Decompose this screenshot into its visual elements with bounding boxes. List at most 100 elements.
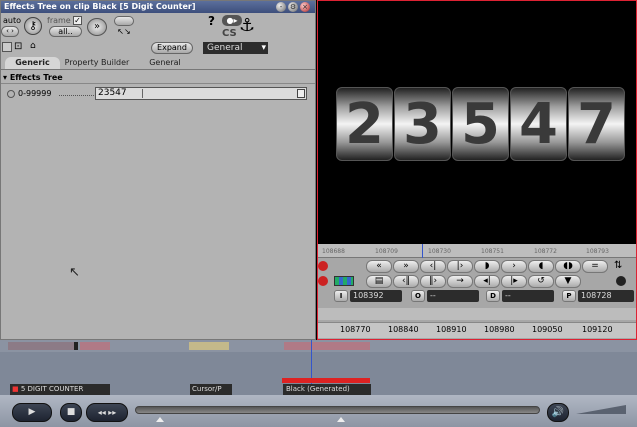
trim-icon[interactable]: ⇅ bbox=[614, 260, 622, 271]
timeline-clip[interactable]: ■ 5 DIGIT COUNTER bbox=[10, 384, 110, 395]
clip-label: 5 DIGIT COUNTER bbox=[20, 385, 84, 393]
prev-edit-button[interactable]: ‹| bbox=[420, 260, 446, 273]
leader-dots bbox=[59, 95, 94, 96]
all-button[interactable]: all.. bbox=[49, 26, 82, 37]
scrub-marker-icon[interactable] bbox=[337, 417, 345, 422]
panel-title: Effects Tree on clip Black [5 Digit Coun… bbox=[1, 1, 315, 13]
tab-generic[interactable]: Generic bbox=[5, 57, 60, 69]
transport-controls-panel: 108688 108709 108730 108751 108772 10879… bbox=[317, 244, 637, 340]
ruler-tick: 109120 bbox=[582, 325, 613, 334]
clip-badge-icon: ■ bbox=[12, 385, 19, 393]
skip-buttons[interactable]: ◂◂ ▸▸ bbox=[86, 403, 128, 422]
param-value-field[interactable]: 23547 bbox=[95, 87, 307, 100]
timeline-clip[interactable]: Black (Generated) bbox=[283, 384, 371, 395]
auto-label: auto bbox=[3, 16, 22, 25]
frame-label: frame bbox=[47, 16, 71, 25]
divider bbox=[318, 308, 636, 320]
record-dot-icon[interactable] bbox=[318, 261, 328, 271]
clip-label: Cursor/P bbox=[192, 385, 222, 393]
mark-out-button[interactable]: ◗ bbox=[474, 260, 500, 273]
record-button[interactable] bbox=[616, 276, 626, 286]
ruler-tick: 108910 bbox=[436, 325, 467, 334]
counter-digit: 5 bbox=[452, 87, 509, 161]
go-to-button[interactable]: → bbox=[447, 275, 473, 288]
ruler-tick: 108840 bbox=[388, 325, 419, 334]
param-menu-icon[interactable] bbox=[297, 89, 305, 98]
counter-digit: 7 bbox=[568, 87, 625, 161]
mark-clip-button[interactable]: ◖◗ bbox=[555, 260, 581, 273]
frame-checkbox[interactable]: ✓ bbox=[73, 16, 82, 25]
ruler-tick: 108980 bbox=[484, 325, 515, 334]
category-select-value: General bbox=[207, 43, 243, 53]
mouse-cursor-icon: ↖ bbox=[69, 265, 80, 280]
tree-header[interactable]: ▾ Effects Tree bbox=[3, 73, 63, 82]
help-icon[interactable]: ? bbox=[208, 14, 215, 28]
volume-icon[interactable]: 🔊 bbox=[547, 403, 569, 422]
minimize-icon[interactable]: - bbox=[276, 2, 286, 12]
divider bbox=[1, 83, 315, 84]
mark-in-button[interactable]: ◖ bbox=[528, 260, 554, 273]
tab-property-builder[interactable]: Property Builder bbox=[61, 57, 133, 69]
crop-icon[interactable]: ⊡ bbox=[14, 41, 22, 52]
scrub-track[interactable] bbox=[135, 406, 540, 414]
param-name: 0-99999 bbox=[18, 89, 52, 98]
overview-segment bbox=[8, 342, 74, 350]
expand-arrows-icon[interactable]: ↖↘ bbox=[114, 27, 134, 36]
go-to-out-button[interactable]: |▸ bbox=[501, 275, 527, 288]
video-viewer[interactable]: 2 3 5 4 7 bbox=[317, 0, 637, 244]
close-icon[interactable]: × bbox=[300, 2, 310, 12]
forward-icon[interactable]: » bbox=[87, 18, 107, 36]
select-icon[interactable] bbox=[2, 42, 12, 52]
stop-button[interactable]: ■ bbox=[60, 403, 82, 422]
clip-color-bar bbox=[282, 378, 370, 383]
timeline-overview[interactable] bbox=[0, 340, 637, 352]
timeline-clip[interactable]: Cursor/P bbox=[190, 384, 232, 395]
timeline-panel[interactable]: ■ 5 DIGIT COUNTER Cursor/P Black (Genera… bbox=[0, 340, 637, 395]
ruler-tick: 108730 bbox=[428, 248, 451, 255]
tab-general[interactable]: General bbox=[136, 57, 194, 69]
cs-icon[interactable]: CS bbox=[222, 28, 237, 39]
overview-marker[interactable] bbox=[74, 342, 78, 350]
clear-button[interactable]: = bbox=[582, 260, 608, 273]
play-button[interactable]: ▶ bbox=[12, 403, 52, 422]
toggle-icon[interactable] bbox=[114, 16, 134, 26]
nav-arrows[interactable]: ‹ › bbox=[1, 26, 19, 37]
out-timecode[interactable]: -- bbox=[427, 290, 479, 302]
param-value: 23547 bbox=[98, 88, 127, 98]
timeline-ruler[interactable]: 108770 108840 108910 108980 109050 10912… bbox=[318, 322, 636, 338]
playhead[interactable] bbox=[422, 244, 423, 258]
key-icon[interactable]: ⚷ bbox=[24, 17, 42, 35]
menu-down-button[interactable]: ▼ bbox=[555, 275, 581, 288]
step-forward-button[interactable]: ‖› bbox=[420, 275, 446, 288]
step-back-button[interactable]: ‹‖ bbox=[393, 275, 419, 288]
scrub-marker-icon[interactable] bbox=[156, 417, 164, 422]
category-select[interactable]: General ▾ bbox=[203, 42, 268, 54]
duration-timecode[interactable]: -- bbox=[502, 290, 554, 302]
shape-icon[interactable]: ⌂ bbox=[30, 41, 36, 51]
settings-icon[interactable]: ⚙ bbox=[288, 2, 298, 12]
tree-structure-icon[interactable]: ⚓ bbox=[239, 17, 255, 35]
keyframe-icon[interactable] bbox=[7, 90, 15, 98]
counter-digit: 4 bbox=[510, 87, 567, 161]
fast-forward-button[interactable]: » bbox=[393, 260, 419, 273]
fast-forward-icon[interactable]: ▸▸ bbox=[108, 408, 116, 417]
loop-button[interactable]: ↺ bbox=[528, 275, 554, 288]
overview-segment bbox=[80, 342, 110, 350]
play-forward-button[interactable]: › bbox=[501, 260, 527, 273]
timecode-ruler[interactable]: 108688 108709 108730 108751 108772 10879… bbox=[318, 244, 636, 258]
match-frame-button[interactable]: ▤ bbox=[366, 275, 392, 288]
go-to-in-button[interactable]: ◂| bbox=[474, 275, 500, 288]
expand-button[interactable]: Expand bbox=[151, 42, 193, 54]
in-label: I bbox=[334, 290, 348, 302]
record-dot-icon[interactable] bbox=[318, 276, 328, 286]
position-timecode[interactable]: 108728 bbox=[578, 290, 634, 302]
divider bbox=[1, 69, 315, 70]
color-bars-icon[interactable] bbox=[334, 276, 354, 286]
volume-slider[interactable] bbox=[576, 405, 626, 414]
next-edit-button[interactable]: |› bbox=[447, 260, 473, 273]
rewind-button[interactable]: « bbox=[366, 260, 392, 273]
ruler-tick: 108793 bbox=[586, 248, 609, 255]
position-label: P bbox=[562, 290, 576, 302]
in-timecode[interactable]: 108392 bbox=[350, 290, 402, 302]
rewind-icon[interactable]: ◂◂ bbox=[98, 408, 106, 417]
